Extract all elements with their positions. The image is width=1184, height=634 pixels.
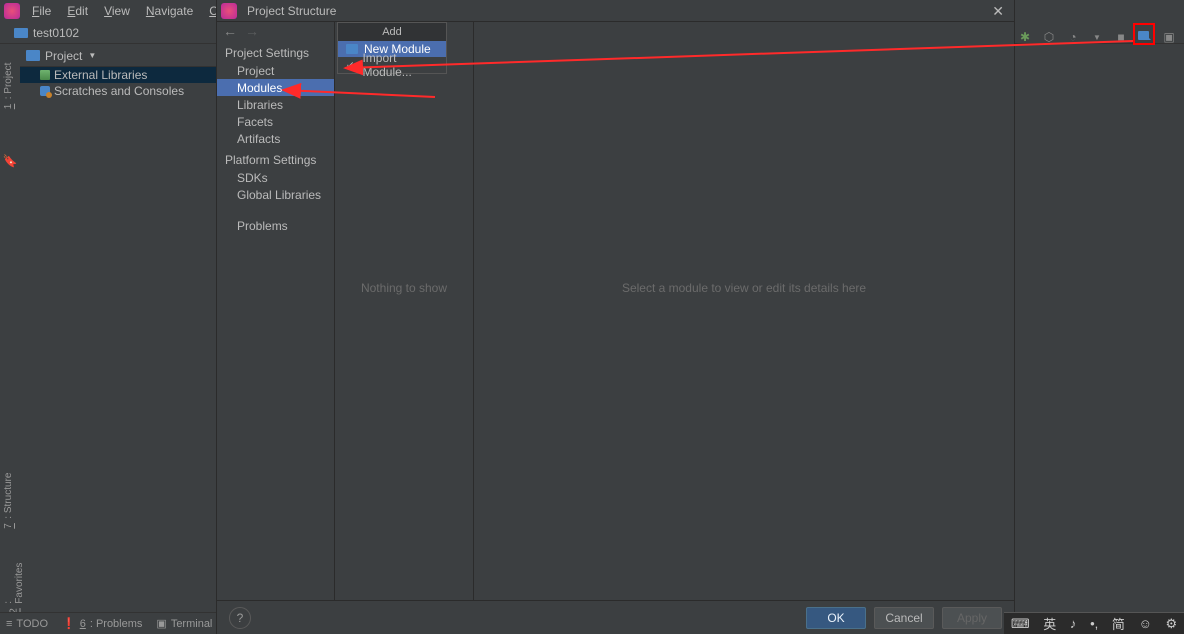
dialog-close-button[interactable]: ✕ <box>992 3 1004 20</box>
chevron-down-icon: ▼ <box>88 51 96 60</box>
project-structure-dialog: Project Structure ✕ ← → Project Settings… <box>216 0 1015 634</box>
status-terminal[interactable]: ▣ Terminal <box>156 617 212 630</box>
app-icon <box>221 3 237 19</box>
ime-bar: ⌨ 英 ♪ •, 简 ☺ ⚙ <box>1004 612 1184 634</box>
dialog-header: Project Structure ✕ <box>217 0 1014 22</box>
ime-dot[interactable]: •, <box>1090 616 1098 631</box>
help-button[interactable]: ? <box>229 607 251 629</box>
app-icon <box>4 3 20 19</box>
module-icon <box>14 28 28 38</box>
dropdown-icon[interactable]: ▼ <box>1088 28 1106 46</box>
nav-sdks[interactable]: SDKs <box>217 169 334 186</box>
ime-smile-icon[interactable]: ☺ <box>1139 616 1152 631</box>
tree-item-label: External Libraries <box>54 68 147 82</box>
nav-global-libraries[interactable]: Global Libraries <box>217 186 334 203</box>
dialog-sidebar: ← → Project Settings Project Modules Lib… <box>217 22 335 600</box>
dialog-footer: ? OK Cancel Apply <box>217 600 1014 634</box>
library-icon <box>40 70 50 80</box>
sidetab-project[interactable]: 1: Project <box>1 55 16 117</box>
nav-problems[interactable]: Problems <box>217 217 334 234</box>
sidetab-structure[interactable]: 7: Structure <box>1 465 16 537</box>
scratch-icon <box>40 86 50 96</box>
ime-jian[interactable]: 简 <box>1112 614 1125 633</box>
tab-label: test0102 <box>33 26 79 40</box>
cancel-button[interactable]: Cancel <box>874 607 934 629</box>
tree-item-label: Scratches and Consoles <box>54 84 184 98</box>
menu-edit[interactable]: Edit <box>59 2 96 20</box>
menu-view[interactable]: View <box>96 2 138 20</box>
folder-icon <box>26 50 40 61</box>
stop-icon[interactable]: ■ <box>1112 28 1130 46</box>
forward-button[interactable]: → <box>245 23 259 39</box>
coverage-icon[interactable]: ⬡ <box>1040 28 1058 46</box>
popup-title: Add <box>338 23 446 41</box>
content-empty-label: Select a module to view or edit its deta… <box>474 281 1014 295</box>
nav-modules[interactable]: Modules <box>217 79 334 96</box>
popup-item-label: Import Module... <box>362 51 438 79</box>
ime-keyboard-icon[interactable]: ⌨ <box>1011 616 1030 632</box>
nav-libraries[interactable]: Libraries <box>217 96 334 113</box>
status-todo[interactable]: ≡ TODO <box>6 618 48 630</box>
ime-lang[interactable]: 英 <box>1043 614 1056 633</box>
menu-file[interactable]: FFileile <box>24 2 59 20</box>
tree-item-scratches[interactable]: Scratches and Consoles <box>20 83 217 99</box>
popup-item-import-module[interactable]: ↙ Import Module... <box>338 57 446 73</box>
status-problems[interactable]: ❗ 6: Problems <box>62 617 142 630</box>
apply-button[interactable]: Apply <box>942 607 1002 629</box>
back-button[interactable]: ← <box>223 23 237 39</box>
project-tree: External Libraries Scratches and Console… <box>20 67 217 99</box>
import-icon: ↙ <box>346 60 356 70</box>
folder-icon <box>346 44 358 54</box>
module-list-panel: + − ⧉ Nothing to show <box>335 22 474 600</box>
section-project-settings: Project Settings <box>217 40 334 62</box>
annotation-highlight <box>1133 23 1155 45</box>
dialog-nav: ← → <box>217 22 334 40</box>
dialog-content: Select a module to view or edit its deta… <box>474 22 1014 600</box>
project-panel-header[interactable]: Project ▼ <box>20 45 217 67</box>
left-sidebar: 1: Project 🔖 7: Structure 2: Favorites <box>0 45 20 612</box>
nav-artifacts[interactable]: Artifacts <box>217 130 334 147</box>
project-panel-label: Project <box>45 49 82 63</box>
section-platform-settings: Platform Settings <box>217 147 334 169</box>
debug-icon[interactable]: ✱ <box>1016 28 1034 46</box>
menu-navigate[interactable]: Navigate <box>138 2 201 20</box>
nav-facets[interactable]: Facets <box>217 113 334 130</box>
tree-item-external-libraries[interactable]: External Libraries <box>20 67 217 83</box>
bookmarks-icon[interactable]: 🔖 <box>2 153 18 169</box>
nav-project[interactable]: Project <box>217 62 334 79</box>
ime-settings-icon[interactable]: ⚙ <box>1166 616 1178 632</box>
app-window: FFileile Edit View Navigate Code Anal — … <box>0 0 1184 634</box>
ime-music-icon[interactable]: ♪ <box>1070 616 1077 631</box>
dialog-title: Project Structure <box>247 4 336 18</box>
module-empty-label: Nothing to show <box>335 281 473 295</box>
add-popup-menu: Add New Module ↙ Import Module... <box>337 22 447 74</box>
ok-button[interactable]: OK <box>806 607 866 629</box>
tab-test0102[interactable]: test0102 <box>4 24 89 42</box>
profile-icon[interactable]: ◔ <box>1064 28 1082 46</box>
search-icon[interactable]: ▣ <box>1160 28 1178 46</box>
